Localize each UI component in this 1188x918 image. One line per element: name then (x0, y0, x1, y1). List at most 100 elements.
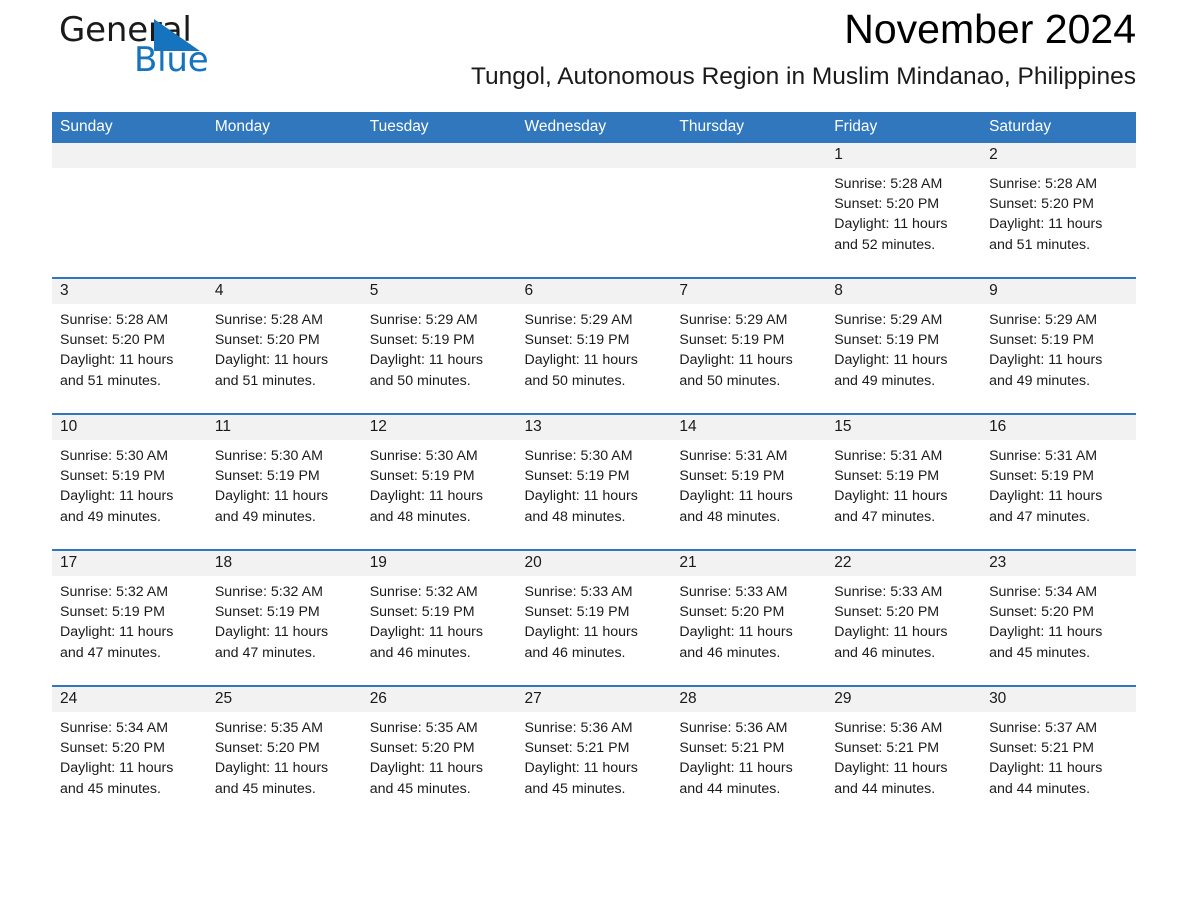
daylight-text-line2: and 47 minutes. (214, 644, 316, 661)
sunrise-text: Sunrise: 5:33 AM (834, 584, 943, 600)
calendar-week-row: 1 Sunrise: 5:28 AM Sunset: 5:20 PM Dayli… (52, 143, 1136, 278)
sunset-text: Sunset: 5:20 PM (679, 604, 785, 621)
calendar-day-cell[interactable]: 29 Sunrise: 5:36 AM Sunset: 5:21 PM Dayl… (826, 685, 982, 821)
calendar-day-cell[interactable]: 9 Sunrise: 5:29 AM Sunset: 5:19 PM Dayli… (981, 277, 1136, 414)
calendar-day-cell[interactable]: 11 Sunrise: 5:30 AM Sunset: 5:19 PM Dayl… (206, 413, 362, 550)
calendar-day-cell[interactable]: 28 Sunrise: 5:36 AM Sunset: 5:21 PM Dayl… (671, 685, 827, 821)
daylight-text-line1: Daylight: 11 hours (679, 488, 793, 505)
sunrise-text: Sunrise: 5:30 AM (214, 448, 323, 464)
sunrise-text: Sunrise: 5:29 AM (834, 312, 943, 328)
calendar-day-cell[interactable]: 27 Sunrise: 5:36 AM Sunset: 5:21 PM Dayl… (516, 685, 672, 821)
sunset-text: Sunset: 5:21 PM (524, 740, 630, 757)
sunrise-text: Sunrise: 5:30 AM (60, 448, 169, 464)
day-details: Sunrise: 5:36 AM Sunset: 5:21 PM Dayligh… (826, 712, 981, 799)
day-details: Sunrise: 5:28 AM Sunset: 5:20 PM Dayligh… (207, 304, 362, 391)
calendar-day-cell[interactable]: 18 Sunrise: 5:32 AM Sunset: 5:19 PM Dayl… (206, 549, 362, 686)
calendar-day-cell[interactable]: 3 Sunrise: 5:28 AM Sunset: 5:20 PM Dayli… (52, 277, 207, 414)
daylight-text-line1: Daylight: 11 hours (369, 760, 483, 777)
calendar-day-cell[interactable] (52, 143, 207, 278)
daylight-text-line2: and 45 minutes. (60, 780, 161, 797)
sunrise-text: Sunrise: 5:35 AM (369, 720, 478, 736)
calendar-day-cell[interactable] (516, 143, 672, 278)
sunset-text: Sunset: 5:19 PM (60, 604, 165, 621)
sunrise-text: Sunrise: 5:29 AM (679, 312, 788, 328)
calendar-day-cell[interactable]: 5 Sunrise: 5:29 AM Sunset: 5:19 PM Dayli… (361, 277, 517, 414)
daylight-text-line2: and 47 minutes. (989, 508, 1091, 525)
calendar-day-cell[interactable]: 24 Sunrise: 5:34 AM Sunset: 5:20 PM Dayl… (52, 685, 207, 821)
calendar-day-cell[interactable]: 12 Sunrise: 5:30 AM Sunset: 5:19 PM Dayl… (361, 413, 517, 550)
calendar-day-cell[interactable]: 15 Sunrise: 5:31 AM Sunset: 5:19 PM Dayl… (826, 413, 982, 550)
day-details: Sunrise: 5:28 AM Sunset: 5:20 PM Dayligh… (826, 168, 981, 255)
calendar-day-cell[interactable]: 26 Sunrise: 5:35 AM Sunset: 5:20 PM Dayl… (361, 685, 517, 821)
day-details: Sunrise: 5:29 AM Sunset: 5:19 PM Dayligh… (981, 304, 1136, 391)
daylight-text-line1: Daylight: 11 hours (369, 352, 483, 369)
day-number: 15 (826, 415, 982, 440)
sunset-text: Sunset: 5:21 PM (679, 740, 785, 757)
day-number: 28 (671, 687, 827, 712)
daylight-text-line1: Daylight: 11 hours (524, 488, 638, 505)
calendar-day-cell[interactable]: 6 Sunrise: 5:29 AM Sunset: 5:19 PM Dayli… (516, 277, 672, 414)
calendar-day-cell[interactable]: 1 Sunrise: 5:28 AM Sunset: 5:20 PM Dayli… (826, 143, 982, 278)
calendar-day-cell[interactable] (206, 143, 362, 278)
daylight-text-line2: and 51 minutes. (214, 372, 316, 389)
calendar-day-cell[interactable]: 16 Sunrise: 5:31 AM Sunset: 5:19 PM Dayl… (981, 413, 1136, 550)
day-number: 27 (516, 687, 672, 712)
day-number: 24 (52, 687, 207, 712)
weekday-header-thursday: Thursday (671, 112, 827, 143)
calendar-day-cell[interactable]: 7 Sunrise: 5:29 AM Sunset: 5:19 PM Dayli… (671, 277, 827, 414)
calendar-day-cell[interactable] (361, 143, 517, 278)
calendar-day-cell[interactable]: 22 Sunrise: 5:33 AM Sunset: 5:20 PM Dayl… (826, 549, 982, 686)
day-details: Sunrise: 5:32 AM Sunset: 5:19 PM Dayligh… (362, 576, 517, 663)
weekday-header-saturday: Saturday (981, 112, 1136, 143)
day-number: 6 (516, 279, 672, 304)
calendar-day-cell[interactable]: 8 Sunrise: 5:29 AM Sunset: 5:19 PM Dayli… (826, 277, 982, 414)
calendar-day-cell[interactable]: 23 Sunrise: 5:34 AM Sunset: 5:20 PM Dayl… (981, 549, 1136, 686)
daylight-text-line1: Daylight: 11 hours (679, 352, 793, 369)
daylight-text-line2: and 48 minutes. (369, 508, 471, 525)
daylight-text-line2: and 47 minutes. (834, 508, 936, 525)
calendar-day-cell[interactable]: 20 Sunrise: 5:33 AM Sunset: 5:19 PM Dayl… (516, 549, 672, 686)
daylight-text-line2: and 50 minutes. (369, 372, 471, 389)
daylight-text-line1: Daylight: 11 hours (214, 624, 329, 641)
day-number: 20 (516, 551, 672, 576)
calendar-day-cell[interactable]: 21 Sunrise: 5:33 AM Sunset: 5:20 PM Dayl… (671, 549, 827, 686)
weekday-header-sunday: Sunday (52, 112, 207, 143)
daylight-text-line2: and 46 minutes. (524, 644, 626, 661)
sunrise-text: Sunrise: 5:36 AM (834, 720, 943, 736)
day-details: Sunrise: 5:33 AM Sunset: 5:20 PM Dayligh… (826, 576, 981, 663)
daylight-text-line2: and 50 minutes. (524, 372, 626, 389)
calendar-day-cell[interactable]: 10 Sunrise: 5:30 AM Sunset: 5:19 PM Dayl… (52, 413, 207, 550)
sunset-text: Sunset: 5:19 PM (834, 468, 940, 485)
daylight-text-line1: Daylight: 11 hours (214, 488, 329, 505)
sunset-text: Sunset: 5:19 PM (524, 332, 630, 349)
calendar-day-cell[interactable]: 30 Sunrise: 5:37 AM Sunset: 5:21 PM Dayl… (981, 685, 1136, 821)
sunrise-sunset-calendar: Sunday Monday Tuesday Wednesday Thursday… (52, 112, 1136, 821)
day-number (516, 143, 672, 168)
day-details: Sunrise: 5:30 AM Sunset: 5:19 PM Dayligh… (52, 440, 207, 527)
page-subtitle: Tungol, Autonomous Region in Muslim Mind… (470, 63, 1136, 90)
daylight-text-line1: Daylight: 11 hours (834, 624, 948, 641)
calendar-day-cell[interactable] (671, 143, 827, 278)
day-number: 21 (671, 551, 827, 576)
day-details: Sunrise: 5:29 AM Sunset: 5:19 PM Dayligh… (362, 304, 517, 391)
calendar-day-cell[interactable]: 25 Sunrise: 5:35 AM Sunset: 5:20 PM Dayl… (206, 685, 362, 821)
sunrise-text: Sunrise: 5:36 AM (524, 720, 633, 736)
daylight-text-line1: Daylight: 11 hours (989, 216, 1103, 233)
daylight-text-line1: Daylight: 11 hours (524, 760, 638, 777)
daylight-text-line1: Daylight: 11 hours (60, 760, 174, 777)
day-details: Sunrise: 5:35 AM Sunset: 5:20 PM Dayligh… (362, 712, 517, 799)
calendar-day-cell[interactable]: 17 Sunrise: 5:32 AM Sunset: 5:19 PM Dayl… (52, 549, 207, 686)
daylight-text-line1: Daylight: 11 hours (834, 216, 948, 233)
daylight-text-line1: Daylight: 11 hours (989, 624, 1103, 641)
calendar-day-cell[interactable]: 4 Sunrise: 5:28 AM Sunset: 5:20 PM Dayli… (206, 277, 362, 414)
daylight-text-line2: and 45 minutes. (524, 780, 626, 797)
day-number (52, 143, 207, 168)
calendar-day-cell[interactable]: 14 Sunrise: 5:31 AM Sunset: 5:19 PM Dayl… (671, 413, 827, 550)
sunset-text: Sunset: 5:20 PM (60, 332, 165, 349)
calendar-day-cell[interactable]: 2 Sunrise: 5:28 AM Sunset: 5:20 PM Dayli… (981, 143, 1136, 278)
day-details (207, 168, 362, 174)
calendar-day-cell[interactable]: 13 Sunrise: 5:30 AM Sunset: 5:19 PM Dayl… (516, 413, 672, 550)
day-details: Sunrise: 5:29 AM Sunset: 5:19 PM Dayligh… (826, 304, 981, 391)
general-blue-logo[interactable]: General Blue (59, 10, 259, 82)
calendar-day-cell[interactable]: 19 Sunrise: 5:32 AM Sunset: 5:19 PM Dayl… (361, 549, 517, 686)
